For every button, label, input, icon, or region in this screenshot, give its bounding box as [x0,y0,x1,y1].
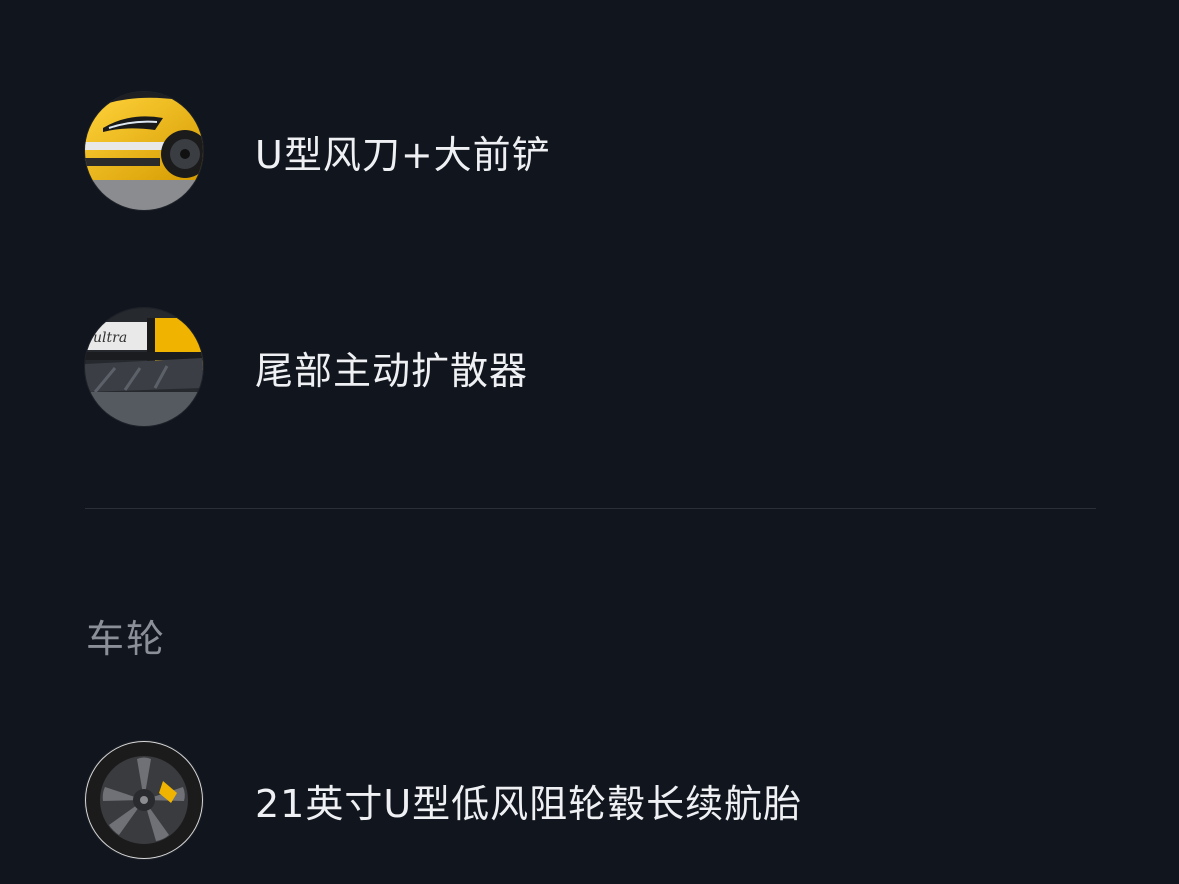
feature-list-page: U型风刀+大前铲 ultra 尾部主动扩散器 车轮 21英寸U型低风阻轮毂长续航… [0,0,1179,884]
section-divider [85,508,1096,509]
feature-label: U型风刀+大前铲 [255,132,551,177]
feature-label: 21英寸U型低风阻轮毂长续航胎 [255,781,803,826]
feature-item-rear-diffuser[interactable]: ultra 尾部主动扩散器 [85,308,528,426]
rear-diffuser-thumbnail-icon: ultra [85,308,203,426]
car-front-thumbnail-icon [85,92,203,210]
feature-item-wheel[interactable]: 21英寸U型低风阻轮毂长续航胎 [85,741,802,859]
wheel-thumbnail-icon [85,741,203,859]
feature-label: 尾部主动扩散器 [255,348,529,393]
section-title-wheels: 车轮 [86,617,167,661]
svg-text:ultra: ultra [93,330,127,346]
feature-item-front-aero[interactable]: U型风刀+大前铲 [85,92,551,210]
